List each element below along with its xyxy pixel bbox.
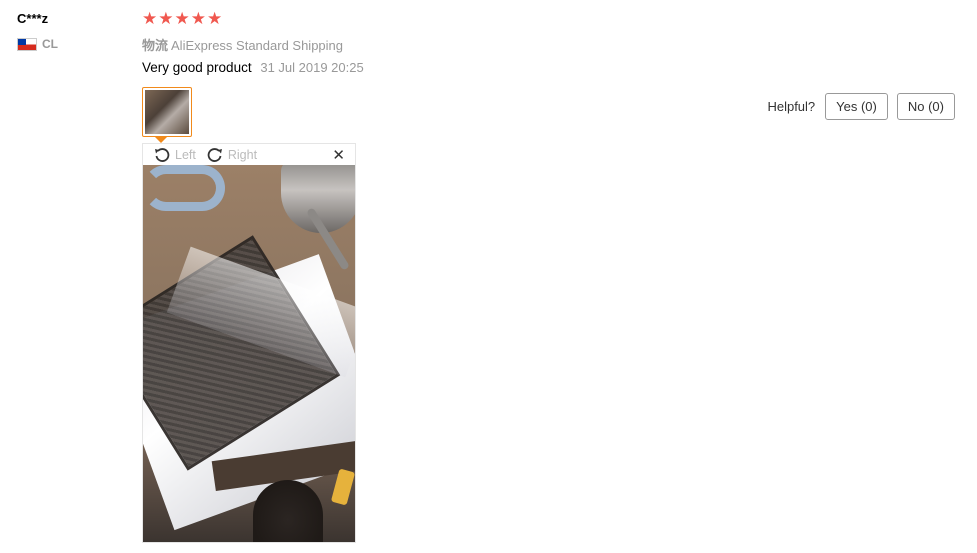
rotate-left-label: Left bbox=[175, 147, 196, 162]
viewer-toolbar: Left Right ✕ bbox=[143, 144, 355, 165]
star-rating: ★ ★ ★ ★ ★ bbox=[142, 10, 222, 28]
reviewer-name: C***z bbox=[17, 11, 49, 26]
feedback-line: Very good product 31 Jul 2019 20:25 bbox=[142, 60, 364, 75]
star-icon: ★ bbox=[190, 9, 206, 28]
rotate-left-button[interactable]: Left bbox=[153, 146, 196, 164]
rotate-left-icon bbox=[155, 147, 170, 162]
review-item: C***z CL ★ ★ ★ ★ ★ 物流 AliExpress Standard… bbox=[0, 0, 977, 553]
shipping-method: AliExpress Standard Shipping bbox=[171, 38, 344, 53]
reviewer-country: CL bbox=[17, 37, 58, 51]
photo-detail bbox=[143, 165, 225, 211]
review-photo-large bbox=[143, 165, 355, 542]
country-code: CL bbox=[42, 37, 58, 51]
rotate-right-label: Right bbox=[227, 147, 258, 162]
chile-flag-icon bbox=[17, 37, 37, 51]
feedback-date: 31 Jul 2019 20:25 bbox=[260, 60, 364, 75]
star-icon: ★ bbox=[142, 9, 158, 28]
helpful-no-button[interactable]: No (0) bbox=[896, 93, 955, 120]
shipping-label: 物流 bbox=[142, 38, 169, 53]
helpful-label: Helpful? bbox=[767, 99, 816, 114]
helpful-yes-button[interactable]: Yes (0) bbox=[825, 93, 888, 120]
star-icon: ★ bbox=[174, 9, 190, 28]
shipping-info: 物流 AliExpress Standard Shipping bbox=[142, 35, 343, 54]
rotate-right-icon bbox=[207, 147, 222, 162]
rotate-right-button[interactable]: Right bbox=[206, 146, 257, 164]
photo-viewer: Left Right ✕ bbox=[142, 143, 356, 543]
photo-detail bbox=[253, 480, 323, 542]
helpful-vote: Helpful? Yes (0) No (0) bbox=[767, 93, 955, 120]
feedback-text: Very good product bbox=[142, 60, 252, 75]
close-icon[interactable]: ✕ bbox=[332, 146, 345, 164]
star-icon: ★ bbox=[207, 9, 223, 28]
review-photo-thumbnail[interactable] bbox=[142, 87, 192, 137]
star-icon: ★ bbox=[158, 9, 174, 28]
thumbnail-image bbox=[145, 90, 189, 134]
